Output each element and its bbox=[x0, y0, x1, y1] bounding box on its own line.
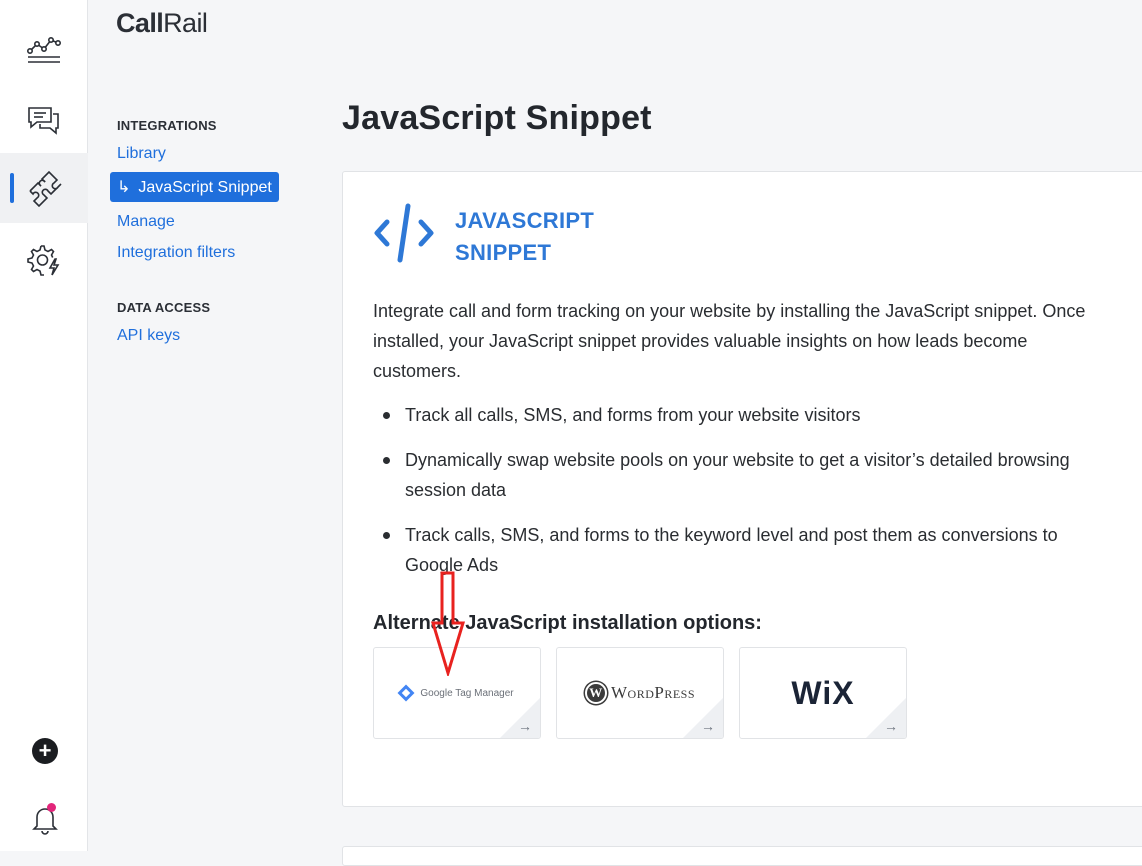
bell-icon bbox=[30, 808, 60, 840]
hero-title: JAVASCRIPT SNIPPET bbox=[455, 205, 605, 269]
subnav-link-api-keys[interactable]: API keys bbox=[110, 323, 310, 349]
rail-item-conversations[interactable] bbox=[0, 85, 88, 155]
analytics-icon bbox=[26, 34, 62, 66]
subnav-heading-data-access: DATA ACCESS bbox=[117, 300, 211, 315]
return-arrow-icon: ↳ bbox=[117, 179, 131, 196]
wix-logo: WiX bbox=[791, 674, 855, 711]
subnav-link-library[interactable]: Library bbox=[110, 141, 310, 167]
page-title: JavaScript Snippet bbox=[342, 99, 652, 137]
callrail-logo[interactable]: CallRail bbox=[116, 8, 208, 39]
subnav-link-integration-filters[interactable]: Integration filters bbox=[110, 240, 310, 266]
subnav-group-integrations: INTEGRATIONS Library ↳ JavaScript Snippet… bbox=[110, 118, 310, 266]
hero-title-line1: JAVASCRIPT bbox=[455, 207, 595, 233]
alt-options-heading: Alternate JavaScript installation option… bbox=[373, 612, 762, 634]
subnav-heading-integrations: INTEGRATIONS bbox=[117, 118, 217, 133]
notification-badge bbox=[47, 803, 56, 812]
subnav-group-data-access: DATA ACCESS API keys bbox=[110, 300, 310, 349]
arrow-right-icon: → bbox=[884, 718, 898, 734]
logo-text-rail: Rail bbox=[163, 8, 208, 38]
chat-bubbles-icon bbox=[26, 104, 62, 136]
install-options: Google Tag Manager → W WordPress → WiX → bbox=[373, 647, 907, 739]
plus-icon: + bbox=[38, 738, 52, 763]
feature-item: Dynamically swap website pools on your w… bbox=[373, 445, 1093, 505]
google-tag-manager-logo: Google Tag Manager bbox=[397, 684, 514, 702]
rail-item-integrations[interactable] bbox=[0, 153, 88, 223]
gtm-label: Google Tag Manager bbox=[420, 687, 514, 699]
option-wordpress[interactable]: W WordPress → bbox=[556, 647, 724, 739]
feature-item: Track all calls, SMS, and forms from you… bbox=[373, 400, 1093, 430]
wordpress-logo: W WordPress bbox=[584, 682, 695, 704]
arrow-right-icon: → bbox=[518, 718, 532, 734]
subnav-link-manage[interactable]: Manage bbox=[110, 209, 310, 235]
gtm-diamond-icon bbox=[397, 684, 415, 702]
next-card bbox=[342, 846, 1142, 866]
rail-item-analytics[interactable] bbox=[0, 15, 88, 85]
integrations-subnav: INTEGRATIONS Library ↳ JavaScript Snippet… bbox=[110, 118, 310, 383]
option-wix[interactable]: WiX → bbox=[739, 647, 907, 739]
feature-list: Track all calls, SMS, and forms from you… bbox=[373, 400, 1093, 595]
add-button[interactable]: + bbox=[32, 738, 58, 764]
subnav-link-label: JavaScript Snippet bbox=[138, 179, 272, 196]
arrow-right-icon: → bbox=[701, 718, 715, 734]
icon-rail: + bbox=[0, 0, 88, 851]
snippet-description: Integrate call and form tracking on your… bbox=[373, 301, 1086, 381]
snippet-hero: JAVASCRIPT SNIPPET bbox=[373, 202, 605, 271]
feature-item: Track calls, SMS, and forms to the keywo… bbox=[373, 520, 1093, 580]
code-icon bbox=[373, 202, 435, 271]
gear-bolt-icon bbox=[25, 242, 63, 278]
rail-item-settings[interactable] bbox=[0, 225, 88, 295]
wordpress-w-icon: W bbox=[584, 682, 607, 704]
puzzle-icon bbox=[24, 169, 64, 207]
logo-text-call: Call bbox=[116, 8, 164, 38]
snippet-card: JAVASCRIPT SNIPPET Integrate call and fo… bbox=[342, 171, 1142, 807]
subnav-link-javascript-snippet[interactable]: ↳ JavaScript Snippet bbox=[110, 172, 279, 202]
hero-title-line2: SNIPPET bbox=[455, 239, 552, 265]
option-google-tag-manager[interactable]: Google Tag Manager → bbox=[373, 647, 541, 739]
